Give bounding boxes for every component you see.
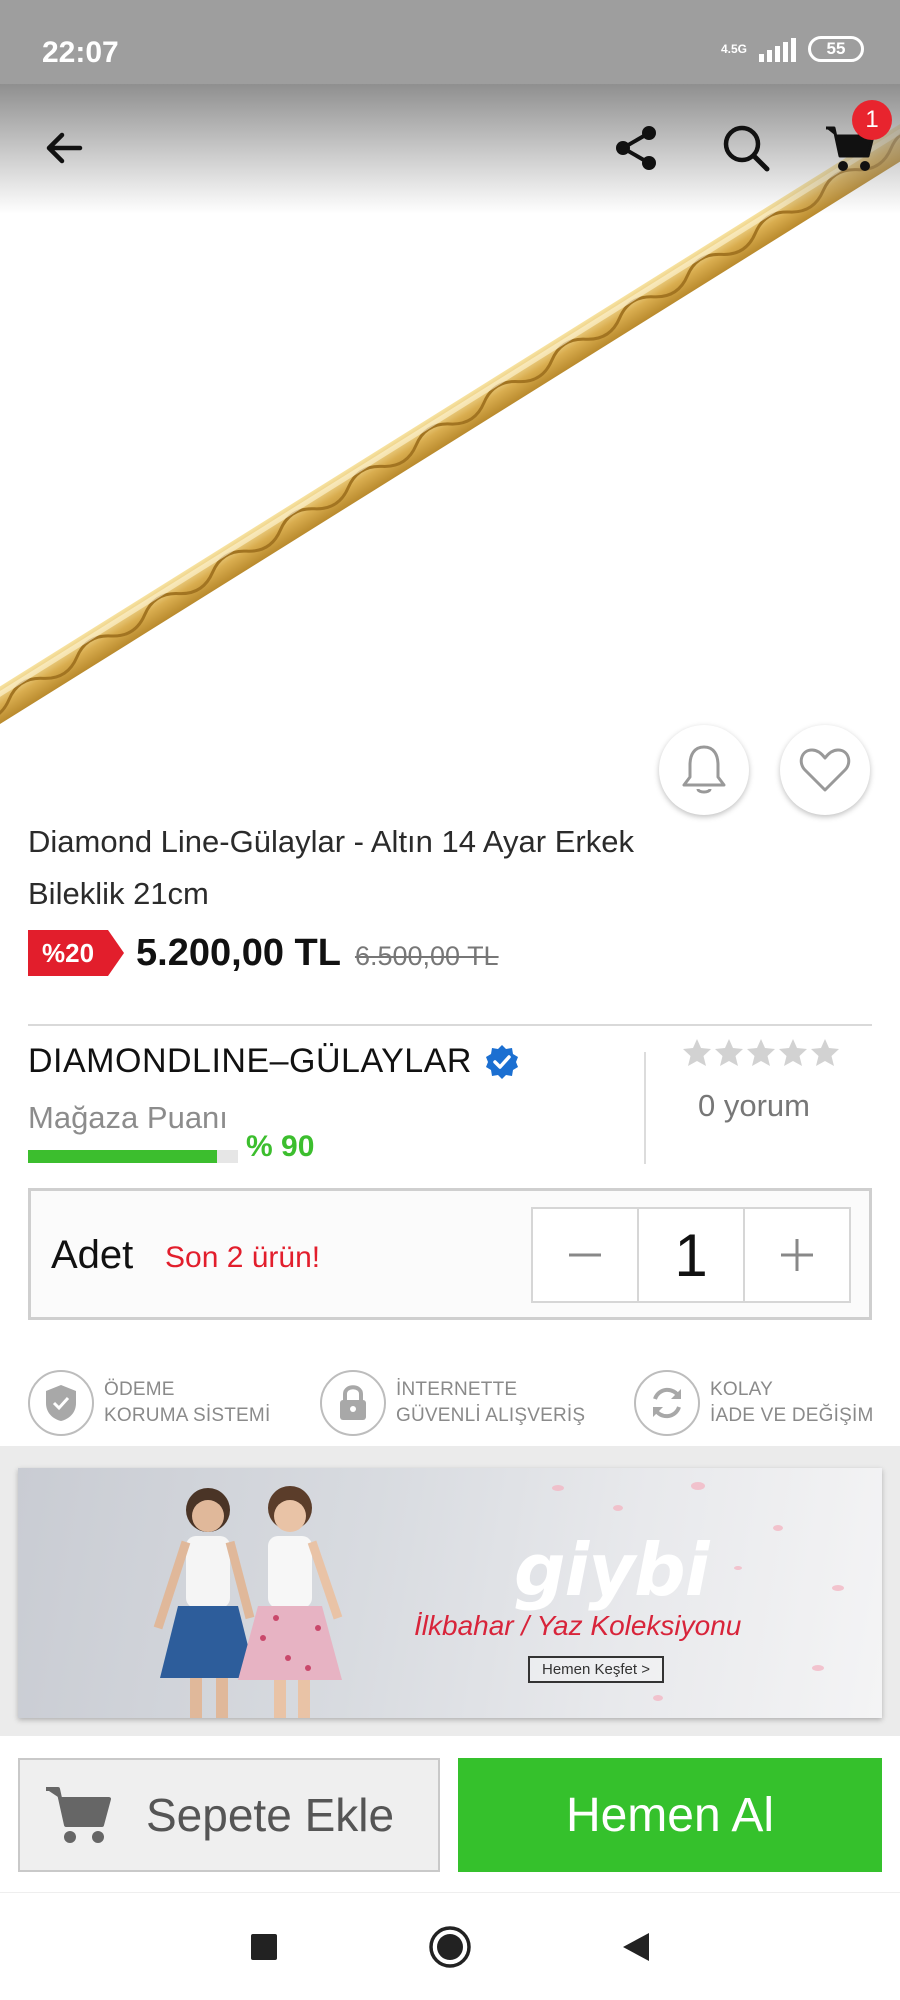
divider [28,1024,872,1026]
guarantee-secure: İNTERNETTE GÜVENLİ ALIŞVERİŞ [320,1370,585,1436]
decrease-button[interactable] [533,1209,637,1301]
store-score-percent: % 90 [246,1130,315,1163]
guarantee-text: ÖDEME KORUMA SİSTEMİ [104,1379,271,1426]
arrow-left-icon [46,132,83,164]
old-price: 6.500,00 TL [354,940,499,971]
share-button[interactable] [604,116,668,180]
banner-cta-button[interactable]: Hemen Keşfet > [528,1656,664,1683]
battery-icon: 55 [808,36,864,62]
cart-icon [46,1787,111,1843]
refresh-icon [634,1370,700,1436]
star-icon [683,1039,711,1066]
recent-apps-button[interactable] [240,1923,288,1971]
status-bar: 22:07 4.5G 55 [0,0,900,84]
guarantee-text: KOLAY İADE VE DEĞİŞİM [710,1379,874,1426]
cart-count-badge: 1 [852,100,892,140]
current-price: 5.200,00 TL [136,931,341,974]
back-nav-button[interactable] [612,1923,660,1971]
verified-badge-icon [485,1044,518,1079]
vertical-divider [644,1052,646,1164]
banner-subtitle: İlkbahar / Yaz Koleksiyonu [414,1610,742,1641]
store-score-label: Mağaza Puanı [28,1100,228,1135]
guarantee-return: KOLAY İADE VE DEĞİŞİM [634,1370,873,1436]
quantity-box: Adet Son 2 ürün! 1 [28,1188,872,1320]
heart-icon [799,748,851,792]
minus-icon [569,1253,601,1257]
lock-icon [320,1370,386,1436]
star-icon [715,1039,743,1066]
quantity-value[interactable]: 1 [637,1209,745,1301]
signal-icon [759,36,796,62]
store-score-fill [28,1150,217,1163]
promo-banner[interactable]: giybi İlkbahar / Yaz Koleksiyonu Hemen K… [18,1468,882,1718]
back-button[interactable] [32,116,96,180]
star-icon [779,1039,807,1066]
banner-models-image [153,1482,844,1718]
promo-banner-area: giybi İlkbahar / Yaz Koleksiyonu Hemen K… [0,1446,900,1736]
store-score-bar [28,1150,238,1163]
product-title: Diamond Line-Gülaylar - Altın 14 Ayar Er… [28,824,634,911]
quantity-stepper: 1 [531,1207,851,1303]
action-bar: Sepete Ekle Hemen Al [0,1736,900,1892]
guarantee-text: İNTERNETTE GÜVENLİ ALIŞVERİŞ [396,1379,586,1426]
stock-warning: Son 2 ürün! [165,1241,321,1274]
star-icon [811,1039,839,1066]
shield-check-icon [28,1370,94,1436]
buy-now-button[interactable]: Hemen Al [458,1758,882,1872]
square-icon [251,1934,277,1960]
quantity-label: Adet [51,1233,134,1277]
search-button[interactable] [714,116,778,180]
network-type: 4.5G [720,42,747,56]
guarantee-payment: ÖDEME KORUMA SİSTEMİ [28,1370,270,1436]
star-icon [747,1039,775,1066]
status-time: 22:07 [42,36,119,69]
search-icon [723,125,770,172]
price-row: %20 5.200,00 TL 6.500,00 TL [28,930,499,976]
product-image[interactable] [0,84,900,764]
store-name-link[interactable]: DIAMONDLINE–GÜLAYLAR [28,1042,520,1081]
system-nav-bar [0,1892,900,2000]
rating-stars[interactable] [682,1038,840,1068]
store-name: DIAMONDLINE–GÜLAYLAR [28,1042,472,1080]
plus-icon [781,1239,813,1271]
banner-brand: giybi [514,1528,709,1612]
increase-button[interactable] [745,1209,849,1301]
review-count-link[interactable]: 0 yorum [698,1088,810,1124]
add-to-cart-label: Sepete Ekle [146,1789,395,1841]
bell-icon [682,745,726,794]
home-button[interactable] [426,1923,474,1971]
discount-badge: %20 [28,930,125,976]
favorite-button[interactable] [780,725,870,815]
notify-button[interactable] [659,725,749,815]
status-icons: 4.5G 55 [721,36,864,62]
add-to-cart-button[interactable]: Sepete Ekle [18,1758,440,1872]
circle-icon [429,1926,471,1968]
share-icon [616,126,656,170]
triangle-back-icon [623,1933,649,1961]
